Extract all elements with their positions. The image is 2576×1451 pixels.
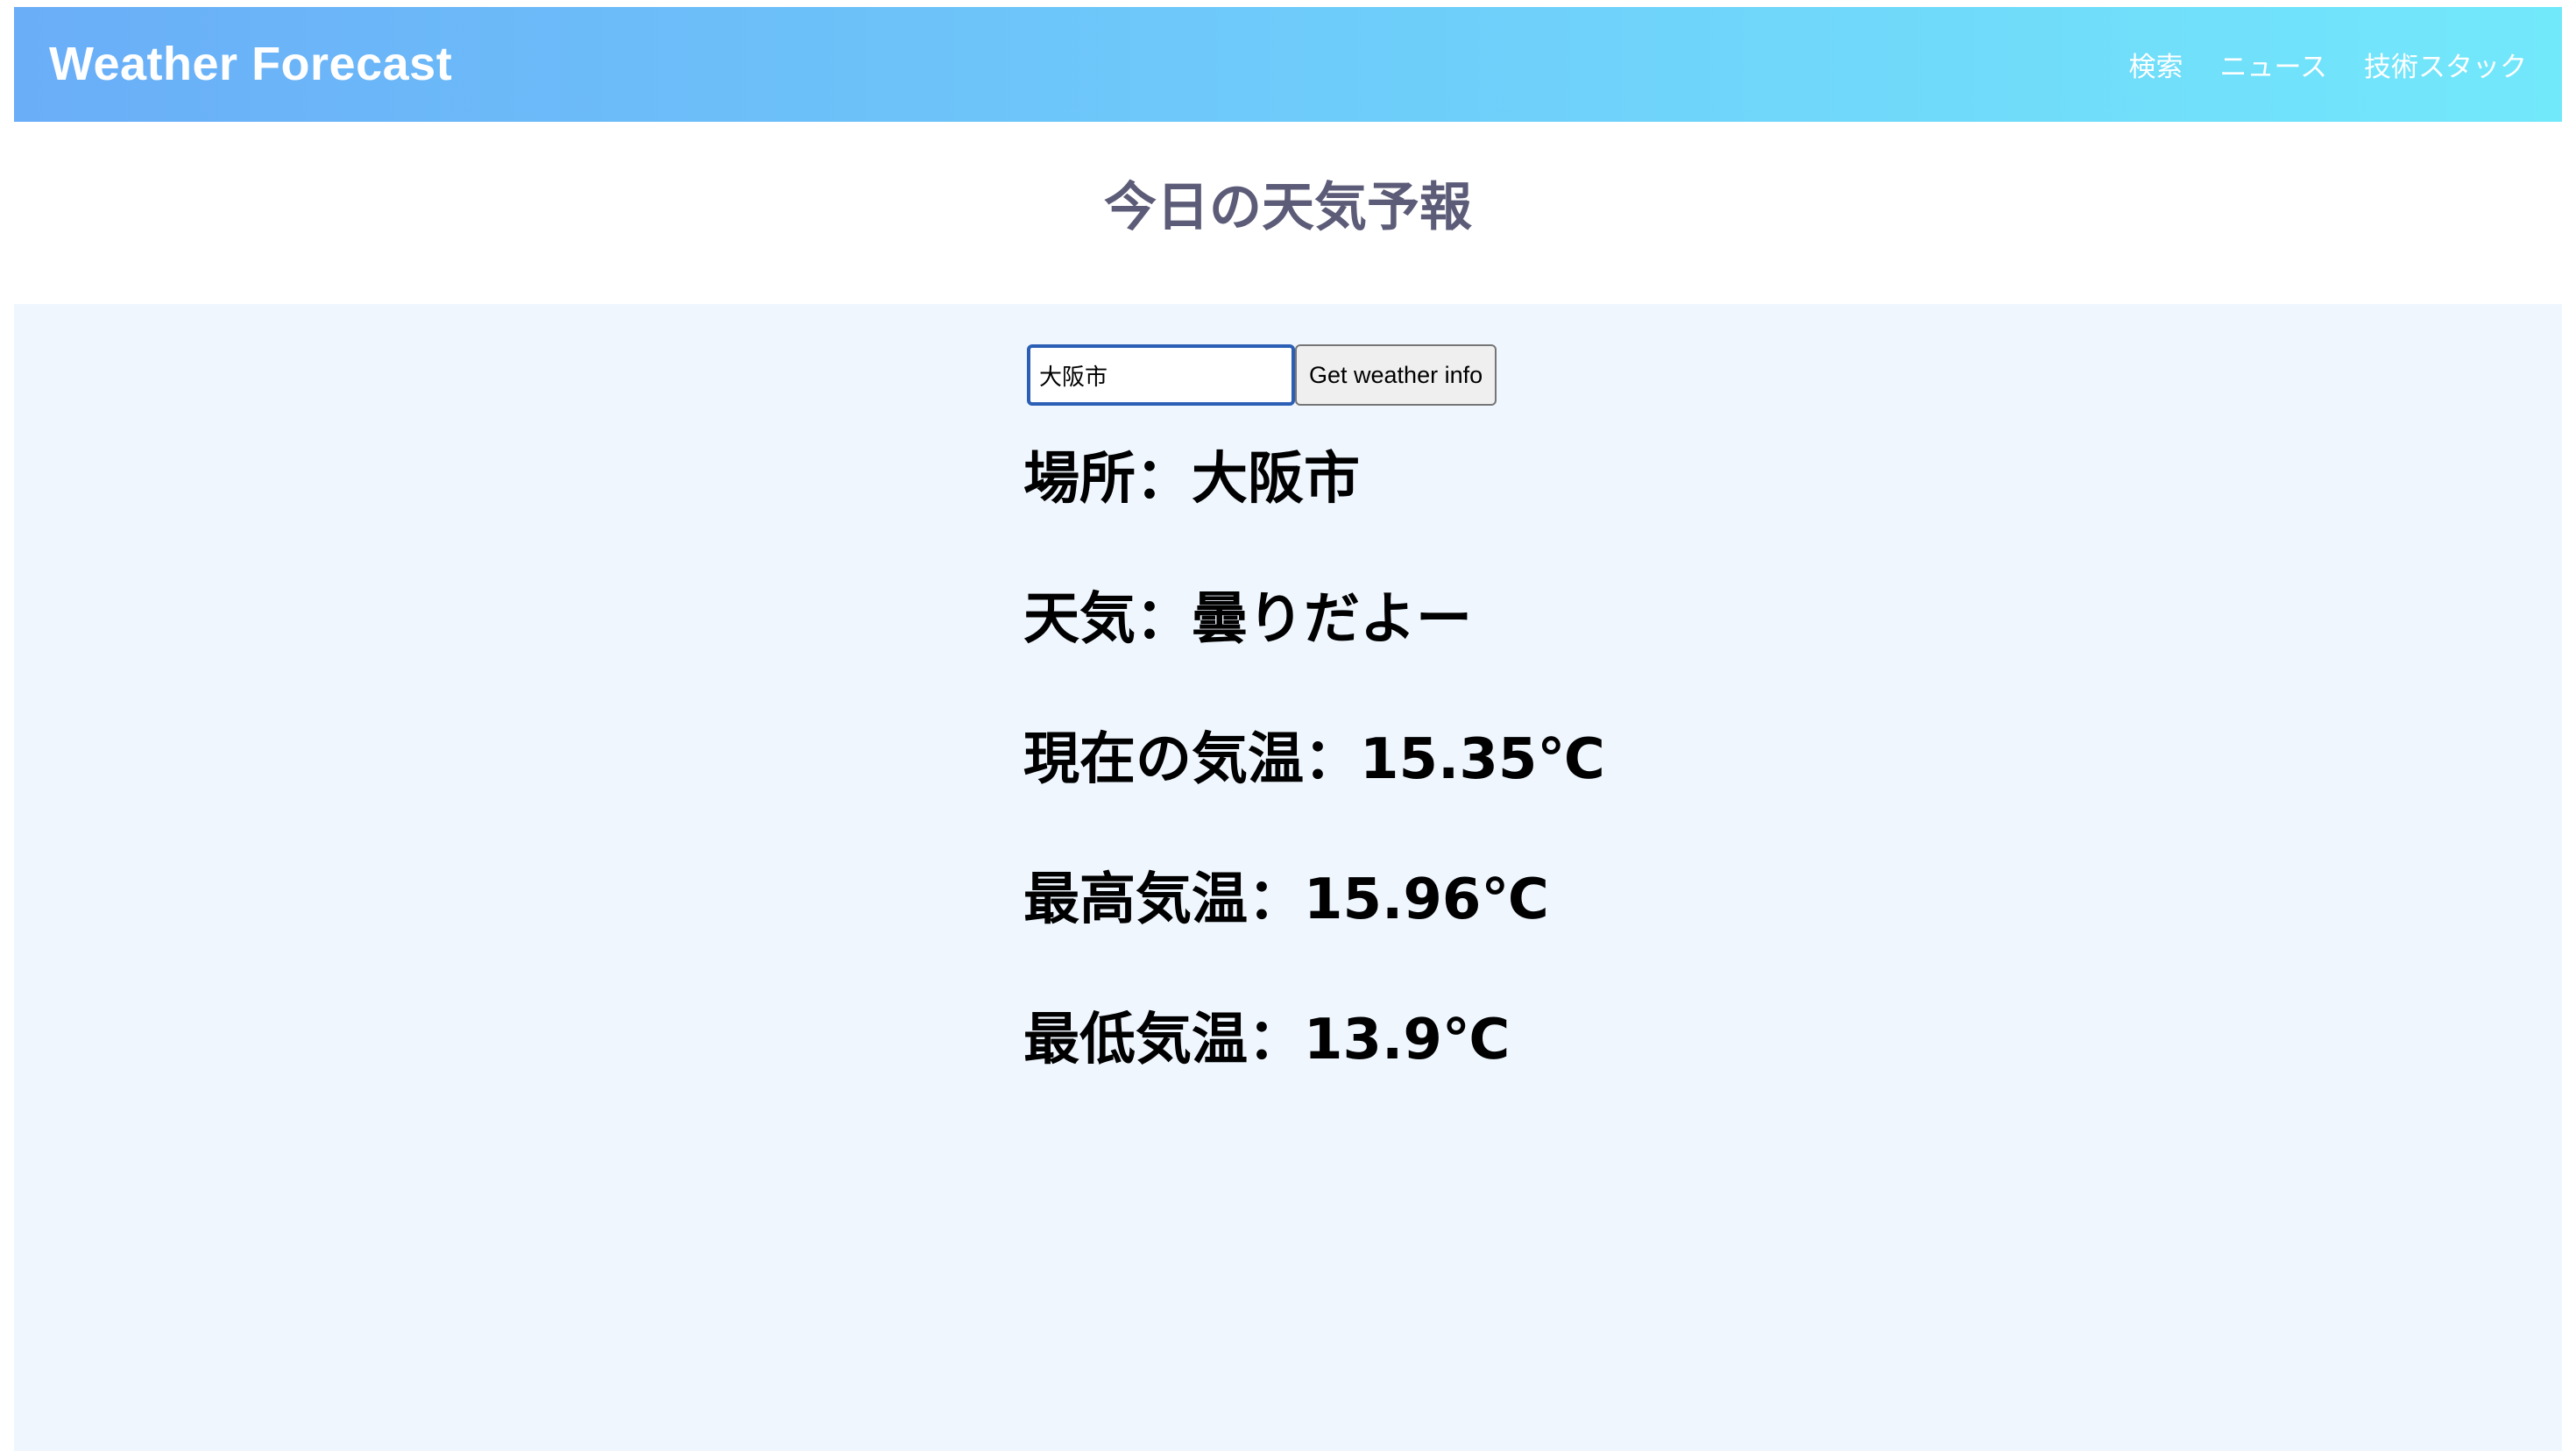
get-weather-button[interactable]: Get weather info: [1295, 344, 1497, 406]
weather-results: 場所：大阪市 天気：曇りだよー 現在の気温：15.35℃ 最高気温：15.96℃…: [1023, 451, 1605, 1152]
nav-link-tech-stack[interactable]: 技術スタック: [2364, 45, 2527, 84]
app-root: Weather Forecast 検索 ニュース 技術スタック 今日の天気予報 …: [14, 7, 2562, 1451]
current-temperature-text: 現在の気温：15.35℃: [1023, 727, 1605, 792]
nav-link-news[interactable]: ニュース: [2220, 45, 2327, 84]
page-heading-band: 今日の天気予報: [14, 122, 2562, 304]
weather-content-panel: Get weather info 場所：大阪市 天気：曇りだよー 現在の気温：1…: [14, 304, 2562, 1451]
location-text: 場所：大阪市: [1023, 447, 1360, 512]
nav-link-search[interactable]: 検索: [2129, 45, 2183, 84]
max-temperature-text: 最高気温：15.96℃: [1023, 867, 1549, 932]
weather-condition-text: 天気：曇りだよー: [1023, 587, 1472, 652]
search-form: Get weather info: [1027, 344, 1497, 406]
brand-logo-text[interactable]: Weather Forecast: [49, 7, 452, 122]
city-input[interactable]: [1027, 344, 1295, 406]
page-title: 今日の天気予報: [1104, 177, 1472, 238]
top-navbar: Weather Forecast 検索 ニュース 技術スタック: [14, 7, 2562, 122]
nav-links: 検索 ニュース 技術スタック: [2129, 7, 2527, 122]
min-temperature-text: 最低気温：13.9℃: [1023, 1008, 1511, 1072]
